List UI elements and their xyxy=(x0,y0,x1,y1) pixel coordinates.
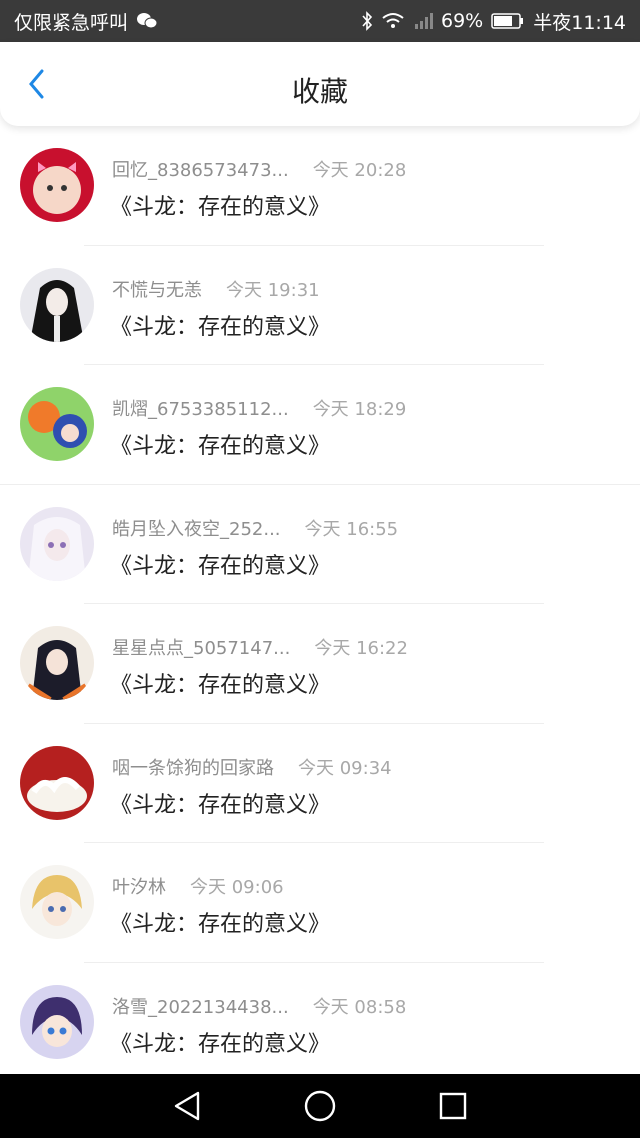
item-meta: 星星点点_5057147... 今天 16:22 xyxy=(112,634,408,660)
item-title: 《斗龙：存在的意义》 xyxy=(110,314,331,340)
item-meta: 皓月坠入夜空_252... 今天 16:55 xyxy=(112,515,398,541)
list-item[interactable]: 星星点点_5057147... 今天 16:22 《斗龙：存在的意义》 xyxy=(0,604,640,724)
item-title: 《斗龙：存在的意义》 xyxy=(110,912,331,937)
avatar xyxy=(20,267,94,342)
status-left: 仅限紧急呼叫 xyxy=(14,8,158,35)
item-user: 洛雪_2022134438... xyxy=(112,996,289,1018)
list-item[interactable]: 不慌与无恙 今天 19:31 《斗龙：存在的意义》 xyxy=(0,246,640,365)
circle-home-icon xyxy=(304,1090,336,1122)
item-time: 今天 20:28 xyxy=(312,160,407,181)
favorites-list: 回忆_8386573473... 今天 20:28 《斗龙：存在的意义》 不慌与… xyxy=(0,126,640,1074)
item-meta: 凯熠_6753385112... 今天 18:29 xyxy=(112,395,406,421)
avatar xyxy=(20,506,94,581)
signal-icon xyxy=(413,12,433,30)
item-user: 叶汐林 xyxy=(112,877,166,898)
item-user: 回忆_8386573473... xyxy=(112,160,289,181)
list-item[interactable]: 皓月坠入夜空_252... 今天 16:55 《斗龙：存在的意义》 xyxy=(0,485,640,604)
item-meta: 回忆_8386573473... 今天 20:28 xyxy=(112,156,406,182)
system-nav-bar xyxy=(0,1074,640,1138)
avatar xyxy=(20,745,94,820)
avatar xyxy=(20,984,94,1059)
item-time: 今天 16:55 xyxy=(304,518,399,540)
wifi-icon xyxy=(381,12,405,30)
clock: 半夜11:14 xyxy=(533,11,626,34)
list-item[interactable]: 回忆_8386573473... 今天 20:28 《斗龙：存在的意义》 xyxy=(0,126,640,246)
battery-percent: 69% xyxy=(441,10,484,32)
wechat-icon xyxy=(136,12,158,30)
item-time: 今天 18:29 xyxy=(312,399,407,420)
status-right: 69% 半夜11:14 xyxy=(361,8,626,35)
item-title: 《斗龙：存在的意义》 xyxy=(110,673,331,698)
list-item[interactable]: 洛雪_2022134438... 今天 08:58 《斗龙：存在的意义》 xyxy=(0,963,640,1075)
list-item[interactable]: 叶汐林 今天 09:06 《斗龙：存在的意义》 xyxy=(0,843,640,963)
status-bar: 仅限紧急呼叫 69% 半夜11:14 xyxy=(0,0,640,42)
nav-recents-button[interactable] xyxy=(429,1082,477,1130)
item-title: 《斗龙：存在的意义》 xyxy=(110,792,331,818)
nav-home-button[interactable] xyxy=(296,1082,344,1130)
item-title: 《斗龙：存在的意义》 xyxy=(110,553,331,579)
avatar xyxy=(20,387,94,461)
item-title: 《斗龙：存在的意义》 xyxy=(110,1031,331,1057)
item-title: 《斗龙：存在的意义》 xyxy=(110,195,331,220)
nav-back-button[interactable] xyxy=(163,1082,211,1130)
avatar xyxy=(20,148,94,222)
item-meta: 叶汐林 今天 09:06 xyxy=(112,873,284,899)
item-time: 今天 19:31 xyxy=(226,279,320,301)
item-user: 皓月坠入夜空_252... xyxy=(112,518,281,540)
app-header: 收藏 xyxy=(0,42,640,126)
avatar xyxy=(20,626,94,700)
carrier-text: 仅限紧急呼叫 xyxy=(14,11,129,34)
square-recents-icon xyxy=(440,1092,467,1120)
bluetooth-icon xyxy=(361,11,373,31)
item-meta: 洛雪_2022134438... 今天 08:58 xyxy=(112,993,406,1019)
list-item[interactable]: 凯熠_6753385112... 今天 18:29 《斗龙：存在的意义》 xyxy=(0,365,640,485)
item-time: 今天 09:34 xyxy=(298,757,392,779)
item-meta: 咽一条馀狗的回家路 今天 09:34 xyxy=(112,754,392,780)
item-time: 今天 08:58 xyxy=(312,996,407,1018)
item-meta: 不慌与无恙 今天 19:31 xyxy=(112,276,320,302)
item-user: 星星点点_5057147... xyxy=(112,638,291,659)
list-item[interactable]: 咽一条馀狗的回家路 今天 09:34 《斗龙：存在的意义》 xyxy=(0,724,640,843)
page-title: 收藏 xyxy=(291,75,348,108)
item-user: 不慌与无恙 xyxy=(112,279,202,301)
avatar xyxy=(20,865,94,939)
item-time: 今天 16:22 xyxy=(314,638,408,659)
battery-icon xyxy=(491,12,525,30)
item-time: 今天 09:06 xyxy=(190,877,284,898)
item-user: 咽一条馀狗的回家路 xyxy=(112,757,274,779)
item-user: 凯熠_6753385112... xyxy=(112,399,289,420)
item-title: 《斗龙：存在的意义》 xyxy=(110,434,331,459)
triangle-back-icon xyxy=(174,1091,199,1121)
